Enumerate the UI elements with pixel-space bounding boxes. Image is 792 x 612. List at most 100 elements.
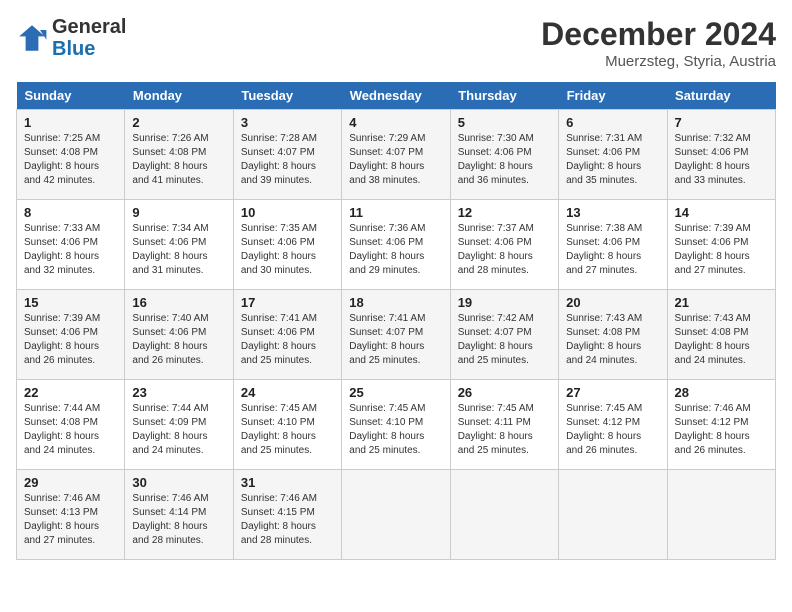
day-info: Sunrise: 7:41 AMSunset: 4:07 PMDaylight:…: [349, 312, 442, 368]
calendar-cell: 15 Sunrise: 7:39 AMSunset: 4:06 PMDayligh…: [17, 290, 125, 380]
calendar-cell: 2 Sunrise: 7:26 AMSunset: 4:08 PMDaylight…: [125, 110, 233, 200]
day-number: 9: [132, 205, 225, 220]
day-number: 30: [132, 475, 225, 490]
day-info: Sunrise: 7:44 AMSunset: 4:09 PMDaylight:…: [132, 402, 225, 458]
day-number: 8: [24, 205, 117, 220]
day-number: 25: [349, 385, 442, 400]
calendar-cell: 25 Sunrise: 7:45 AMSunset: 4:10 PMDayligh…: [342, 380, 450, 470]
day-number: 5: [458, 115, 551, 130]
calendar-cell: 20 Sunrise: 7:43 AMSunset: 4:08 PMDayligh…: [559, 290, 667, 380]
calendar-cell: [559, 470, 667, 560]
day-info: Sunrise: 7:38 AMSunset: 4:06 PMDaylight:…: [566, 222, 659, 278]
day-number: 31: [241, 475, 334, 490]
calendar-table: SundayMondayTuesdayWednesdayThursdayFrid…: [16, 82, 776, 560]
day-info: Sunrise: 7:30 AMSunset: 4:06 PMDaylight:…: [458, 132, 551, 188]
day-number: 23: [132, 385, 225, 400]
weekday-header-monday: Monday: [125, 82, 233, 110]
day-number: 1: [24, 115, 117, 130]
day-number: 14: [675, 205, 768, 220]
location: Muerzsteg, Styria, Austria: [541, 53, 776, 70]
day-info: Sunrise: 7:40 AMSunset: 4:06 PMDaylight:…: [132, 312, 225, 368]
calendar-cell: 9 Sunrise: 7:34 AMSunset: 4:06 PMDaylight…: [125, 200, 233, 290]
month-title: December 2024: [541, 16, 776, 53]
calendar-cell: 24Sunrise: 7:45 AMSunset: 4:10 PMDayligh…: [233, 380, 341, 470]
calendar-cell: 8 Sunrise: 7:33 AMSunset: 4:06 PMDaylight…: [17, 200, 125, 290]
calendar-cell: 21 Sunrise: 7:43 AMSunset: 4:08 PMDayligh…: [667, 290, 775, 380]
page-header: General Blue December 2024 Muerzsteg, St…: [16, 16, 776, 70]
calendar-cell: 6 Sunrise: 7:31 AMSunset: 4:06 PMDaylight…: [559, 110, 667, 200]
day-number: 27: [566, 385, 659, 400]
calendar-cell: 1 Sunrise: 7:25 AMSunset: 4:08 PMDaylight…: [17, 110, 125, 200]
day-number: 29: [24, 475, 117, 490]
weekday-header-saturday: Saturday: [667, 82, 775, 110]
calendar-cell: 27 Sunrise: 7:45 AMSunset: 4:12 PMDayligh…: [559, 380, 667, 470]
calendar-cell: 3 Sunrise: 7:28 AMSunset: 4:07 PMDaylight…: [233, 110, 341, 200]
day-info: Sunrise: 7:45 AMSunset: 4:12 PMDaylight:…: [566, 402, 659, 458]
day-number: 13: [566, 205, 659, 220]
day-number: 10: [241, 205, 334, 220]
calendar-cell: 30Sunrise: 7:46 AMSunset: 4:14 PMDayligh…: [125, 470, 233, 560]
day-info: Sunrise: 7:36 AMSunset: 4:06 PMDaylight:…: [349, 222, 442, 278]
day-info: Sunrise: 7:35 AMSunset: 4:06 PMDaylight:…: [241, 222, 334, 278]
calendar-cell: 10 Sunrise: 7:35 AMSunset: 4:06 PMDayligh…: [233, 200, 341, 290]
calendar-cell: 12 Sunrise: 7:37 AMSunset: 4:06 PMDayligh…: [450, 200, 558, 290]
weekday-header-thursday: Thursday: [450, 82, 558, 110]
day-info: Sunrise: 7:33 AMSunset: 4:06 PMDaylight:…: [24, 222, 117, 278]
logo-icon: [16, 22, 48, 54]
weekday-header-sunday: Sunday: [17, 82, 125, 110]
calendar-cell: 18 Sunrise: 7:41 AMSunset: 4:07 PMDayligh…: [342, 290, 450, 380]
weekday-header-wednesday: Wednesday: [342, 82, 450, 110]
day-info: Sunrise: 7:25 AMSunset: 4:08 PMDaylight:…: [24, 132, 117, 188]
calendar-cell: 4 Sunrise: 7:29 AMSunset: 4:07 PMDaylight…: [342, 110, 450, 200]
calendar-cell: 17 Sunrise: 7:41 AMSunset: 4:06 PMDayligh…: [233, 290, 341, 380]
day-info: Sunrise: 7:42 AMSunset: 4:07 PMDaylight:…: [458, 312, 551, 368]
day-number: 2: [132, 115, 225, 130]
calendar-cell: 26Sunrise: 7:45 AMSunset: 4:11 PMDayligh…: [450, 380, 558, 470]
day-number: 28: [675, 385, 768, 400]
weekday-header-tuesday: Tuesday: [233, 82, 341, 110]
logo-line1: General: [52, 16, 126, 38]
day-number: 11: [349, 205, 442, 220]
day-info: Sunrise: 7:29 AMSunset: 4:07 PMDaylight:…: [349, 132, 442, 188]
day-number: 15: [24, 295, 117, 310]
day-info: Sunrise: 7:41 AMSunset: 4:06 PMDaylight:…: [241, 312, 334, 368]
day-number: 20: [566, 295, 659, 310]
day-number: 21: [675, 295, 768, 310]
day-number: 26: [458, 385, 551, 400]
calendar-cell: 31 Sunrise: 7:46 AMSunset: 4:15 PMDayligh…: [233, 470, 341, 560]
logo-line2: Blue: [52, 38, 95, 60]
calendar-cell: 23 Sunrise: 7:44 AMSunset: 4:09 PMDayligh…: [125, 380, 233, 470]
day-info: Sunrise: 7:46 AMSunset: 4:15 PMDaylight:…: [241, 492, 334, 548]
day-info: Sunrise: 7:31 AMSunset: 4:06 PMDaylight:…: [566, 132, 659, 188]
day-number: 17: [241, 295, 334, 310]
day-number: 12: [458, 205, 551, 220]
day-info: Sunrise: 7:32 AMSunset: 4:06 PMDaylight:…: [675, 132, 768, 188]
day-info: Sunrise: 7:39 AMSunset: 4:06 PMDaylight:…: [675, 222, 768, 278]
day-info: Sunrise: 7:46 AMSunset: 4:13 PMDaylight:…: [24, 492, 117, 548]
weekday-header-friday: Friday: [559, 82, 667, 110]
day-number: 4: [349, 115, 442, 130]
day-number: 16: [132, 295, 225, 310]
day-info: Sunrise: 7:43 AMSunset: 4:08 PMDaylight:…: [675, 312, 768, 368]
calendar-cell: 13 Sunrise: 7:38 AMSunset: 4:06 PMDayligh…: [559, 200, 667, 290]
day-info: Sunrise: 7:45 AMSunset: 4:10 PMDaylight:…: [349, 402, 442, 458]
calendar-cell: 5 Sunrise: 7:30 AMSunset: 4:06 PMDaylight…: [450, 110, 558, 200]
day-number: 3: [241, 115, 334, 130]
calendar-cell: 14 Sunrise: 7:39 AMSunset: 4:06 PMDayligh…: [667, 200, 775, 290]
day-info: Sunrise: 7:37 AMSunset: 4:06 PMDaylight:…: [458, 222, 551, 278]
day-info: Sunrise: 7:43 AMSunset: 4:08 PMDaylight:…: [566, 312, 659, 368]
calendar-cell: [667, 470, 775, 560]
day-number: 18: [349, 295, 442, 310]
calendar-cell: 11 Sunrise: 7:36 AMSunset: 4:06 PMDayligh…: [342, 200, 450, 290]
day-number: 24: [241, 385, 334, 400]
day-info: Sunrise: 7:46 AMSunset: 4:12 PMDaylight:…: [675, 402, 768, 458]
day-info: Sunrise: 7:34 AMSunset: 4:06 PMDaylight:…: [132, 222, 225, 278]
title-block: December 2024 Muerzsteg, Styria, Austria: [541, 16, 776, 70]
day-info: Sunrise: 7:28 AMSunset: 4:07 PMDaylight:…: [241, 132, 334, 188]
day-number: 6: [566, 115, 659, 130]
calendar-cell: 19Sunrise: 7:42 AMSunset: 4:07 PMDayligh…: [450, 290, 558, 380]
day-info: Sunrise: 7:26 AMSunset: 4:08 PMDaylight:…: [132, 132, 225, 188]
calendar-cell: 22Sunrise: 7:44 AMSunset: 4:08 PMDayligh…: [17, 380, 125, 470]
day-info: Sunrise: 7:39 AMSunset: 4:06 PMDaylight:…: [24, 312, 117, 368]
calendar-cell: 7Sunrise: 7:32 AMSunset: 4:06 PMDaylight…: [667, 110, 775, 200]
